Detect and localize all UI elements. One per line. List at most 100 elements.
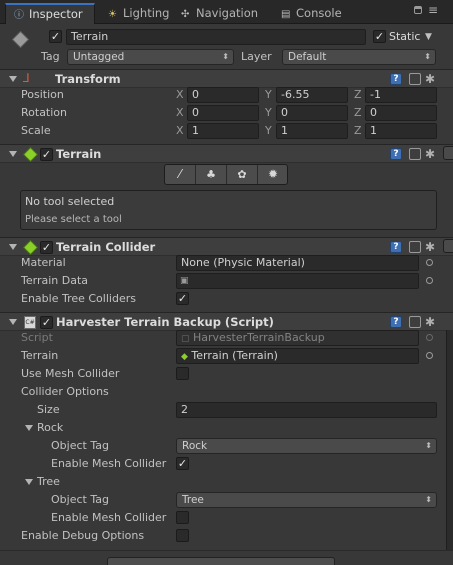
tree-object-tag-dropdown[interactable]: Tree ⬍ xyxy=(176,492,437,508)
foldout-expanded-icon[interactable] xyxy=(9,244,17,250)
dropdown-arrow-icon: ⬍ xyxy=(425,441,432,450)
rock-foldout-label[interactable]: Rock xyxy=(37,420,63,436)
collider-enabled-checkbox[interactable]: ✓ xyxy=(40,241,53,254)
tree-icon[interactable]: ♣ xyxy=(196,165,227,184)
gear-icon[interactable]: ✱ xyxy=(425,148,435,160)
tab-inspector[interactable]: ⓘ Inspector xyxy=(5,3,95,24)
tree-foldout-label[interactable]: Tree xyxy=(37,474,60,490)
scale-z-field[interactable]: 1 xyxy=(365,123,437,139)
paint-brush-icon[interactable]: ⁄ xyxy=(165,165,196,184)
script-object-field: ▢ HarvesterTerrainBackup xyxy=(176,330,419,346)
tree-foldout-icon[interactable] xyxy=(25,479,33,485)
help-icon[interactable]: ? xyxy=(390,241,402,253)
preset-icon[interactable] xyxy=(409,316,421,328)
gameobject-icon xyxy=(12,31,29,48)
harvester-script-header[interactable]: C# ✓ Harvester Terrain Backup (Script) ?… xyxy=(0,312,453,331)
component-title: Terrain xyxy=(56,147,102,161)
debug-options-checkbox[interactable] xyxy=(176,529,189,542)
preset-icon[interactable] xyxy=(409,73,421,85)
terrain-object-field[interactable]: ◆ Terrain (Terrain) xyxy=(176,348,419,364)
active-checkbox[interactable]: ✓ xyxy=(49,30,62,43)
axis-y-label: Y xyxy=(265,106,272,119)
transform-header[interactable]: ⅃ Transform ? ✱ xyxy=(0,69,453,88)
position-label: Position xyxy=(21,88,64,101)
tab-lighting[interactable]: ☀ Lighting xyxy=(100,3,169,24)
terrain-settings-icon[interactable]: ✹ xyxy=(258,165,288,184)
foldout-expanded-icon[interactable] xyxy=(9,76,17,82)
axis-y-label: Y xyxy=(265,124,272,137)
rock-object-tag-dropdown[interactable]: Rock ⬍ xyxy=(176,438,437,454)
info-icon: ⓘ xyxy=(14,10,24,21)
help-icon[interactable]: ? xyxy=(390,148,402,160)
tag-label: Tag xyxy=(41,50,60,63)
tree-colliders-checkbox[interactable]: ✓ xyxy=(176,292,189,305)
object-name-input[interactable]: Terrain xyxy=(66,29,366,45)
panel-edge-tab xyxy=(443,239,453,253)
layer-dropdown[interactable]: Default ⬍ xyxy=(282,49,436,65)
transform-axes-icon: ⅃ xyxy=(23,71,30,85)
object-picker-icon[interactable] xyxy=(426,277,433,284)
divider xyxy=(0,550,453,551)
object-picker-icon[interactable] xyxy=(426,352,433,359)
axis-x-label: X xyxy=(176,124,184,137)
axis-x-label: X xyxy=(176,106,184,119)
object-picker-icon[interactable] xyxy=(426,259,433,266)
gear-icon[interactable]: ✱ xyxy=(425,316,435,328)
terrain-data-object-field[interactable]: ▣ xyxy=(176,273,419,289)
position-y-field[interactable]: -6.55 xyxy=(276,87,348,103)
add-component-button[interactable] xyxy=(107,557,335,565)
tag-dropdown[interactable]: Untagged ⬍ xyxy=(67,49,234,65)
axis-z-label: Z xyxy=(354,124,362,137)
axis-y-label: Y xyxy=(265,88,272,101)
axis-x-label: X xyxy=(176,88,184,101)
tab-navigation[interactable]: ✣ Navigation xyxy=(173,3,258,24)
component-title: Harvester Terrain Backup (Script) xyxy=(56,315,274,329)
rock-mesh-collider-checkbox[interactable]: ✓ xyxy=(176,457,189,470)
tree-mesh-collider-checkbox[interactable] xyxy=(176,511,189,524)
mesh-collider-checkbox[interactable] xyxy=(176,367,189,380)
script-enabled-checkbox[interactable]: ✓ xyxy=(40,316,53,329)
rotation-x-field[interactable]: 0 xyxy=(187,105,259,121)
scale-label: Scale xyxy=(21,124,51,137)
rock-foldout-icon[interactable] xyxy=(25,425,33,431)
position-z-field[interactable]: -1 xyxy=(365,87,437,103)
panel-menu-icon[interactable]: ≡ xyxy=(428,3,438,17)
window-tab-bar: ⓘ Inspector ☀ Lighting ✣ Navigation ▤ Consol… xyxy=(0,0,453,24)
preset-icon[interactable] xyxy=(409,241,421,253)
lock-icon[interactable] xyxy=(414,6,422,14)
dropdown-arrow-icon: ⬍ xyxy=(425,495,432,504)
rotation-z-field[interactable]: 0 xyxy=(365,105,437,121)
material-object-field[interactable]: None (Physic Material) xyxy=(176,255,419,271)
scale-x-field[interactable]: 1 xyxy=(187,123,259,139)
panel-right-edge xyxy=(446,330,453,550)
foldout-expanded-icon[interactable] xyxy=(9,319,17,325)
tool-status-text: No tool selected xyxy=(25,195,115,208)
help-icon[interactable]: ? xyxy=(390,73,402,85)
rock-mesh-collider-label: Enable Mesh Collider xyxy=(51,457,167,470)
static-checkbox[interactable]: ✓ xyxy=(373,30,386,43)
size-field[interactable]: 2 xyxy=(176,402,437,418)
terrain-component-icon xyxy=(23,147,38,162)
help-icon[interactable]: ? xyxy=(390,316,402,328)
position-x-field[interactable]: 0 xyxy=(187,87,259,103)
terrain-enabled-checkbox[interactable]: ✓ xyxy=(40,148,53,161)
collider-component-icon xyxy=(23,240,38,255)
gear-icon[interactable]: ✱ xyxy=(425,73,435,85)
terrain-small-icon: ◆ xyxy=(181,352,188,362)
terrain-data-label: Terrain Data xyxy=(21,274,88,287)
mesh-collider-label: Use Mesh Collider xyxy=(21,367,120,380)
scale-y-field[interactable]: 1 xyxy=(276,123,348,139)
script-label: Script xyxy=(21,331,53,344)
tree-colliders-label: Enable Tree Colliders xyxy=(21,292,136,305)
gear-icon[interactable]: ✱ xyxy=(425,241,435,253)
terrain-collider-header[interactable]: ✓ Terrain Collider ? ✱ xyxy=(0,237,453,256)
material-label: Material xyxy=(21,256,66,269)
foldout-expanded-icon[interactable] xyxy=(9,151,17,157)
terrain-header[interactable]: ✓ Terrain ? ✱ xyxy=(0,144,453,163)
preset-icon[interactable] xyxy=(409,148,421,160)
tab-console[interactable]: ▤ Console xyxy=(273,3,342,24)
details-icon[interactable]: ✿ xyxy=(227,165,258,184)
static-dropdown-icon[interactable]: ▼ xyxy=(425,29,432,45)
collider-options-foldout[interactable]: Collider Options xyxy=(21,384,109,400)
rotation-y-field[interactable]: 0 xyxy=(276,105,348,121)
